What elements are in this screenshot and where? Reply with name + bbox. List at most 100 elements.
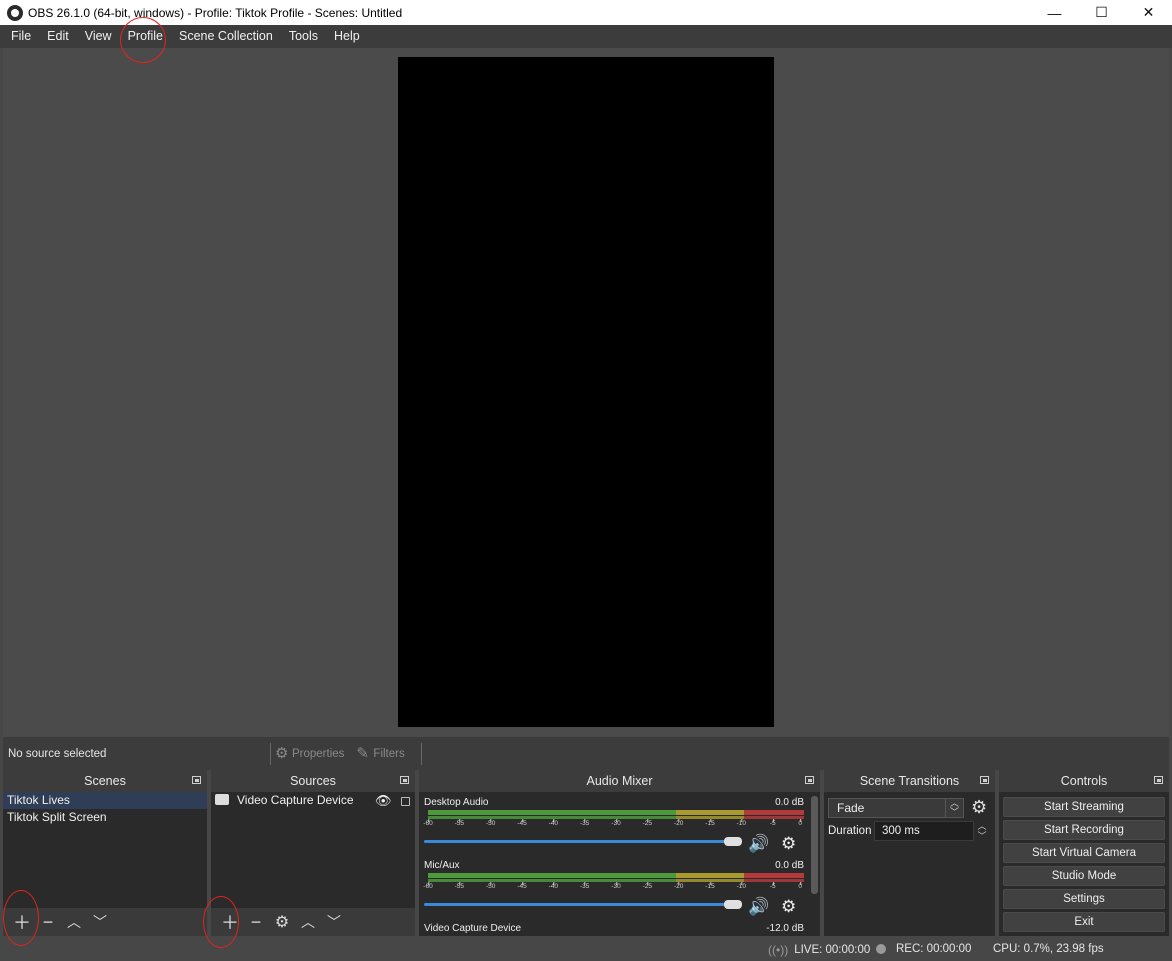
close-button[interactable]: ✕: [1125, 0, 1172, 25]
sources-title: Sources: [290, 774, 336, 788]
mixer-body: Desktop Audio 0.0 dB -60 -55 -5 0 -45 -40…: [419, 792, 820, 936]
fader-track: [424, 840, 732, 843]
annotation-circle: [203, 896, 239, 948]
fader-handle[interactable]: [724, 900, 742, 909]
menu-tools[interactable]: Tools: [281, 25, 326, 48]
channel-db: 0.0 dB: [775, 860, 804, 871]
tick-label: -15: [705, 882, 715, 890]
float-dock-icon[interactable]: [400, 776, 409, 784]
no-source-label: No source selected: [8, 747, 107, 760]
speaker-icon[interactable]: 🔊: [748, 897, 769, 917]
start-recording-button[interactable]: Start Recording: [1003, 820, 1165, 840]
scene-item[interactable]: Tiktok Lives: [3, 792, 207, 809]
menu-file[interactable]: File: [3, 25, 39, 48]
move-down-button[interactable]: ﹀: [321, 911, 347, 933]
source-name: Video Capture Device: [237, 793, 354, 807]
duration-label: Duration: [828, 825, 872, 837]
transition-value: Fade: [837, 801, 865, 815]
menu-bar: File Edit View Profile Scene Collection …: [0, 25, 1172, 48]
record-dot-icon: [876, 944, 886, 954]
gear-icon[interactable]: ⚙: [781, 897, 796, 917]
annotation-circle: [3, 890, 39, 946]
sources-list: Video Capture Device 👁: [211, 792, 415, 809]
toolbar-separator: [420, 742, 422, 765]
transition-select[interactable]: Fade ︿ ﹀: [828, 798, 964, 818]
gear-icon[interactable]: ⚙: [781, 834, 796, 854]
channel-name: Desktop Audio: [424, 797, 489, 808]
tick-label: -10: [736, 819, 747, 827]
channel-db: -12.0 dB: [766, 923, 804, 934]
float-dock-icon[interactable]: [980, 776, 989, 784]
minimize-button[interactable]: —: [1031, 0, 1078, 25]
volume-fader[interactable]: [424, 898, 742, 912]
audio-channel: Desktop Audio 0.0 dB -60 -55 -5 0 -45 -40…: [423, 797, 804, 857]
toolbar-separator: [270, 742, 271, 765]
rec-time: REC: 00:00:00: [896, 943, 972, 955]
studio-mode-button[interactable]: Studio Mode: [1003, 866, 1165, 886]
tick-label: -20: [673, 819, 684, 827]
scenes-list: Tiktok Lives Tiktok Split Screen: [3, 792, 207, 826]
move-up-button[interactable]: ︿: [61, 911, 87, 933]
scenes-title: Scenes: [84, 774, 126, 788]
tick-label: -5: [769, 882, 776, 890]
title-bar: OBS 26.1.0 (64-bit, windows) - Profile: …: [0, 0, 1172, 25]
volume-meter: [428, 873, 804, 878]
float-dock-icon[interactable]: [1154, 776, 1163, 784]
tick-label: -40: [548, 819, 559, 827]
sources-header: Sources: [211, 770, 415, 792]
float-dock-icon[interactable]: [805, 776, 814, 784]
properties-button[interactable]: ⚙ Properties: [275, 746, 344, 761]
scenes-header: Scenes: [3, 770, 207, 792]
move-down-button[interactable]: ﹀: [87, 911, 113, 933]
audio-channel: Video Capture Device -12.0 dB: [424, 923, 804, 937]
mixer-scrollbar[interactable]: [811, 796, 818, 894]
scene-item[interactable]: Tiktok Split Screen: [3, 809, 207, 826]
live-time: LIVE: 00:00:00: [794, 944, 871, 956]
float-dock-icon[interactable]: [192, 776, 201, 784]
preview-canvas[interactable]: [398, 57, 774, 727]
maximize-button[interactable]: ☐: [1078, 0, 1125, 25]
menu-view[interactable]: View: [77, 25, 120, 48]
volume-fader[interactable]: [424, 835, 742, 849]
start-virtual-camera-button[interactable]: Start Virtual Camera: [1003, 843, 1165, 863]
channel-name: Video Capture Device: [424, 923, 522, 934]
eye-icon[interactable]: 👁: [375, 792, 392, 809]
tick-label: -25: [642, 819, 653, 827]
speaker-icon[interactable]: 🔊: [748, 834, 769, 854]
tick-label: -45: [517, 819, 527, 827]
lock-icon[interactable]: [401, 797, 410, 806]
fader-handle[interactable]: [724, 837, 742, 846]
duration-spinner[interactable]: ︿ ﹀: [975, 821, 989, 841]
tick-label: -55: [454, 819, 465, 827]
tick-label: -45: [517, 882, 527, 890]
meter-ticks: -60 -55 -50 -45 -40 -35 -30 -25 -20 -15 …: [423, 819, 804, 834]
exit-button[interactable]: Exit: [1003, 912, 1165, 932]
start-streaming-button[interactable]: Start Streaming: [1003, 797, 1165, 817]
source-item[interactable]: Video Capture Device 👁: [211, 792, 415, 809]
filters-button[interactable]: ✎ Filters: [356, 746, 404, 761]
annotation-circle: [120, 17, 166, 63]
channel-db: 0.0 dB: [775, 797, 804, 808]
source-properties-gear-icon[interactable]: ⚙: [269, 911, 295, 933]
obs-logo-icon: [7, 4, 23, 21]
audio-mixer-header: Audio Mixer: [419, 770, 820, 792]
tick-label: -15: [705, 819, 715, 827]
menu-edit[interactable]: Edit: [39, 25, 77, 48]
move-up-button[interactable]: ︿: [295, 911, 321, 933]
remove-source-button[interactable]: −: [243, 911, 269, 933]
tick-label: 0: [798, 819, 803, 827]
transition-gear-icon[interactable]: ⚙: [971, 797, 987, 818]
menu-scene-collection[interactable]: Scene Collection: [171, 25, 281, 48]
tick-label: -5: [769, 819, 776, 827]
channel-name: Mic/Aux: [424, 860, 460, 871]
audio-mixer-dock: Audio Mixer Desktop Audio 0.0 dB -60 -55…: [419, 770, 820, 936]
settings-button[interactable]: Settings: [1003, 889, 1165, 909]
window-title: OBS 26.1.0 (64-bit, windows) - Profile: …: [28, 5, 403, 20]
audio-channel: Mic/Aux 0.0 dB -60 -55 -50 -45 -40 -35 -…: [423, 860, 804, 920]
duration-input[interactable]: 300 ms: [874, 821, 974, 841]
tick-label: -30: [611, 882, 621, 890]
rec-status: REC: 00:00:00: [876, 943, 971, 955]
tick-label: -60: [423, 819, 433, 827]
cpu-fps: CPU: 0.7%, 23.98 fps: [993, 943, 1104, 955]
menu-help[interactable]: Help: [326, 25, 368, 48]
